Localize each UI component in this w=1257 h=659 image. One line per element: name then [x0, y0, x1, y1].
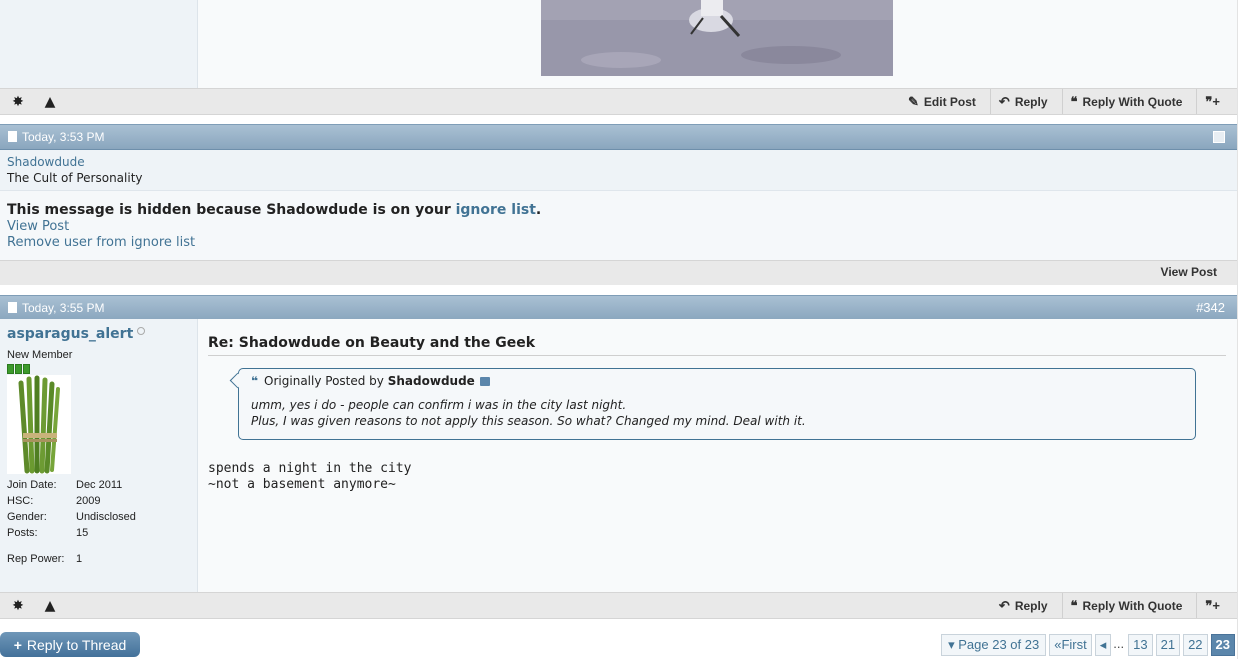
post-body: Re: Shadowdude on Beauty and the Geek ❝ O…: [198, 319, 1237, 593]
current-page: 23: [1210, 634, 1235, 656]
hidden-message-notice: This message is hidden because Shadowdud…: [7, 202, 542, 218]
quote-icon: ❝: [1070, 93, 1078, 109]
dropdown-arrow-icon: ▾: [948, 637, 955, 652]
pagination: ▾ Page 23 of 23 «First ◂ ... 13 21 22 23: [938, 634, 1235, 656]
multi-quote-icon: ❞+: [1205, 93, 1220, 109]
post-image: [541, 0, 893, 76]
post-footer: ✸ ▲ ↶ Reply ❝ Reply With Quote ❞+: [0, 592, 1237, 619]
post-title: Re: Shadowdude on Beauty and the Geek: [208, 335, 1226, 356]
ignored-post-footer: View Post: [0, 260, 1237, 285]
quote-text: umm, yes i do - people can confirm i was…: [251, 398, 806, 428]
quote-header: ❝ Originally Posted by Shadowdude: [251, 374, 490, 388]
stat-rep-power: Rep Power: 1: [7, 553, 83, 565]
left-arrow-icon: ◂: [1099, 637, 1107, 652]
post-header: Today, 3:55 PM #342: [0, 295, 1237, 321]
previous-post-userinfo: [0, 0, 198, 88]
user-title: New Member: [7, 349, 73, 361]
reply-button[interactable]: ↶ Reply: [991, 593, 1056, 618]
quote-author: Shadowdude: [387, 374, 475, 388]
multi-quote-icon: ❞+: [1205, 597, 1220, 613]
thread-page: ✸ ▲ ✎ Edit Post ↶ Reply ❝ Reply With Quote ❞…: [0, 0, 1237, 659]
embedded-photo: [541, 0, 893, 76]
view-post-link[interactable]: View Post: [7, 219, 69, 234]
post-userinfo: asparagus_alert New Member Join Date: De…: [0, 319, 198, 593]
quote-mark-icon: ❝: [251, 374, 259, 388]
previous-post-footer: ✸ ▲ ✎ Edit Post ↶ Reply ❝ Reply With Quote ❞…: [0, 88, 1237, 115]
report-icon[interactable]: ▲: [42, 94, 58, 110]
first-page-link[interactable]: «First: [1049, 634, 1092, 656]
asparagus-avatar-image: [7, 375, 71, 474]
page-link[interactable]: 22: [1183, 634, 1208, 656]
ignored-user-title: The Cult of Personality: [7, 171, 143, 185]
avatar[interactable]: [7, 375, 71, 474]
ignored-post-message: This message is hidden because Shadowdud…: [0, 191, 1237, 260]
reply-button[interactable]: ↶ Reply: [989, 89, 1056, 114]
post: asparagus_alert New Member Join Date: De…: [0, 319, 1237, 593]
reply-with-quote-button[interactable]: ❝ Reply With Quote: [1061, 89, 1191, 114]
reply-icon: ↶: [998, 597, 1010, 613]
page-selector[interactable]: ▾ Page 23 of 23: [941, 634, 1047, 656]
star-icon[interactable]: ✸: [10, 94, 26, 110]
edit-post-button[interactable]: ✎ Edit Post: [900, 89, 984, 114]
view-post-arrow-icon[interactable]: [479, 377, 490, 386]
post-message: spends a night in the city ~not a basemen…: [208, 461, 412, 492]
multi-quote-button[interactable]: ❞+: [1196, 89, 1225, 114]
post-date: Today, 3:53 PM: [22, 130, 105, 144]
post-username[interactable]: asparagus_alert: [7, 326, 146, 342]
post-page-icon: [8, 302, 17, 313]
inline-mod-checkbox[interactable]: [1213, 131, 1225, 143]
user-stats: Join Date: Dec 2011 HSC: 2009 Gender: Undis…: [7, 479, 136, 569]
star-icon[interactable]: ✸: [10, 598, 26, 614]
thread-bottom-bar: + Reply to Thread ▾ Page 23 of 23 «First …: [0, 630, 1237, 659]
stat-join-date: Join Date: Dec 2011: [7, 479, 123, 491]
reply-icon: ↶: [998, 93, 1010, 109]
ignored-post-header: Today, 3:53 PM: [0, 124, 1237, 150]
post-page-icon: [8, 131, 17, 142]
page-link[interactable]: 13: [1128, 634, 1153, 656]
ignored-post-userinfo: Shadowdude The Cult of Personality: [0, 150, 1237, 191]
stat-gender: Gender: Undisclosed: [7, 511, 136, 523]
offline-status-icon: [137, 327, 146, 335]
plus-icon: +: [13, 636, 22, 653]
stat-hsc: HSC: 2009: [7, 495, 101, 507]
pagination-ellipsis: ...: [1113, 636, 1125, 651]
pencil-icon: ✎: [908, 93, 919, 109]
view-post-button[interactable]: View Post: [1161, 265, 1217, 279]
post-number-link[interactable]: #342: [1196, 300, 1225, 315]
post-date: Today, 3:55 PM: [22, 301, 105, 315]
ignore-list-link[interactable]: ignore list: [456, 202, 536, 218]
remove-from-ignore-link[interactable]: Remove user from ignore list: [7, 235, 195, 250]
quote-block: ❝ Originally Posted by Shadowdude umm, ye…: [229, 368, 1196, 440]
reply-to-thread-button[interactable]: + Reply to Thread: [0, 632, 140, 657]
report-icon[interactable]: ▲: [42, 598, 58, 614]
ignored-username[interactable]: Shadowdude: [7, 155, 85, 169]
quote-icon: ❝: [1070, 597, 1078, 613]
previous-post: [0, 0, 1237, 88]
page-scrollbar[interactable]: [1237, 0, 1257, 659]
stat-posts: Posts: 15: [7, 527, 89, 539]
multi-quote-button[interactable]: ❞+: [1196, 593, 1225, 618]
previous-post-content: [198, 0, 1237, 88]
reply-with-quote-button[interactable]: ❝ Reply With Quote: [1061, 593, 1191, 618]
previous-page-link[interactable]: ◂: [1094, 634, 1112, 656]
page-link[interactable]: 21: [1155, 634, 1181, 656]
